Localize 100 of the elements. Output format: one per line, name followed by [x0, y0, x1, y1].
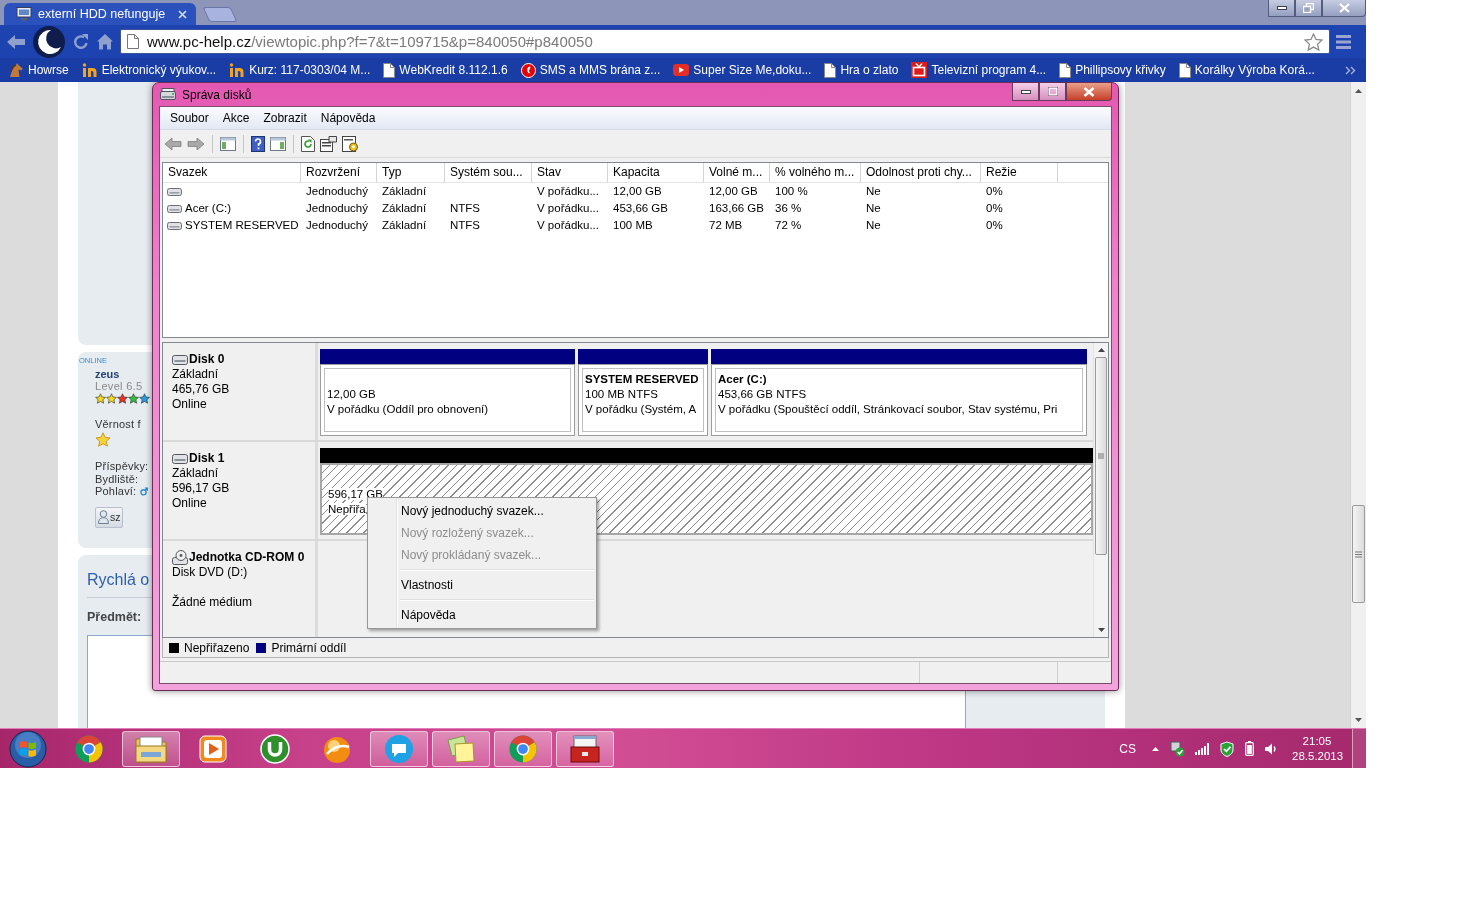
page-icon — [383, 62, 396, 78]
table-cell-text: Základní — [381, 218, 428, 233]
menu-bar-item[interactable]: Soubor — [163, 109, 216, 127]
star-icon — [95, 393, 106, 404]
scroll-down-icon[interactable] — [1097, 628, 1105, 632]
browser-icon — [508, 733, 538, 764]
context-menu-item[interactable]: Vlastnosti — [370, 574, 594, 596]
language-indicator[interactable]: CS — [1119, 741, 1136, 756]
column-header[interactable]: Kapacita — [608, 163, 704, 182]
menu-icon[interactable] — [1336, 34, 1351, 49]
column-header[interactable]: Stav — [532, 163, 608, 182]
bookmark-link[interactable]: Super Size Me,doku... — [673, 63, 812, 77]
taskbar-button[interactable] — [370, 730, 428, 767]
minimize-button[interactable] — [1268, 0, 1295, 17]
column-header[interactable]: Volné m... — [704, 163, 770, 182]
chevron-icon[interactable] — [1345, 65, 1356, 75]
gear-icon[interactable] — [342, 135, 359, 152]
profile-field-label: Pohlaví: — [95, 485, 137, 498]
shield-check-icon[interactable] — [1219, 740, 1235, 757]
properties-icon[interactable] — [320, 135, 337, 152]
bookmark-link[interactable]: Korálky Výroba Korá... — [1178, 62, 1315, 78]
start-button[interactable] — [8, 729, 48, 768]
refresh-icon[interactable] — [301, 135, 315, 152]
speaker-icon[interactable] — [1264, 741, 1278, 756]
bookmark-link[interactable]: SMS a MMS brána z... — [520, 62, 661, 78]
minimize-button[interactable] — [1012, 83, 1039, 101]
table-cell-text: 0% — [985, 201, 1004, 216]
menu-bar-item[interactable]: Nápověda — [313, 109, 383, 127]
disk-name: Disk 0 — [189, 352, 225, 367]
bookmark-link[interactable]: WebKredit 8.112.1.6 — [383, 62, 508, 78]
restore-button[interactable] — [1295, 0, 1322, 17]
column-header[interactable]: Svazek — [163, 163, 301, 182]
bookmark-link[interactable]: Howrse — [8, 62, 69, 78]
drive-icon — [167, 187, 182, 196]
taskbar-button[interactable] — [494, 730, 552, 767]
signal-bars-icon[interactable] — [1195, 742, 1209, 755]
clock-button[interactable]: 21:05 28.5.2013 — [1292, 733, 1342, 764]
caret-up-icon[interactable] — [1152, 746, 1159, 751]
window-pane-icon[interactable] — [270, 136, 286, 151]
forward-arrow-icon[interactable] — [187, 136, 205, 151]
close-button[interactable] — [1066, 83, 1112, 101]
partition-panel[interactable]: Acer (C:) 453,66 GB NTFS V pořádku (Spouštěcí oddíl, Stránkovací soubor, Stav systému, Pri — [711, 364, 1087, 436]
table-cell-text: 72 MB — [708, 218, 744, 233]
context-menu-item[interactable]: Nový jednoduchý svazek... — [370, 500, 594, 522]
column-header[interactable]: Typ — [377, 163, 445, 182]
scroll-down-icon[interactable] — [1355, 718, 1362, 722]
back-arrow-icon[interactable] — [164, 136, 182, 151]
user-level: Level 6.5 — [95, 380, 143, 392]
scrollbar-thumb[interactable] — [1095, 357, 1107, 555]
home-icon[interactable] — [96, 33, 114, 50]
show-desktop-button[interactable] — [1352, 729, 1366, 768]
horse-icon — [8, 62, 24, 78]
username-link[interactable]: zeus — [95, 368, 120, 380]
disk-detail: 596,17 GB — [172, 481, 231, 496]
star-icon[interactable] — [1304, 32, 1323, 51]
back-arrow-icon[interactable] — [6, 32, 26, 51]
table-cell-text: 72 % — [774, 218, 803, 233]
address-bar[interactable]: www.pc-help.cz/viewtopic.php?f=7&t=109715&p=840050#p840050 — [120, 29, 1330, 54]
check-icon[interactable] — [1169, 740, 1185, 757]
column-header[interactable]: Režie — [981, 163, 1058, 182]
page-icon — [127, 34, 139, 49]
taskbar-button[interactable] — [556, 730, 614, 767]
partition-panel[interactable]: 12,00 GB V pořádku (Oddíl pro obnovení) — [320, 364, 575, 436]
bookmark-link[interactable]: Televizní program 4... — [911, 62, 1047, 78]
taskbar-button[interactable] — [122, 730, 180, 767]
bookmark-link[interactable]: Elektronický výukov... — [81, 62, 217, 78]
bookmark-link[interactable]: Phillipsovy křivky — [1059, 62, 1166, 78]
window-pane-icon[interactable] — [220, 136, 236, 151]
close-icon — [1083, 86, 1095, 97]
close-button[interactable] — [1322, 0, 1366, 17]
table-cell-text: 36 % — [774, 201, 803, 216]
table-cell-text: 12,00 GB — [708, 184, 759, 199]
reload-icon[interactable] — [72, 32, 90, 51]
message-field[interactable] — [87, 690, 966, 728]
scrollbar-thumb[interactable] — [1352, 505, 1365, 603]
disk-name: Disk 1 — [189, 451, 225, 466]
maximize-button[interactable] — [1039, 83, 1066, 101]
battery-icon[interactable] — [1245, 741, 1254, 756]
context-menu-item[interactable]: Nápověda — [370, 604, 594, 626]
partition-panel[interactable]: SYSTEM RESERVED 100 MB NTFS V pořádku (Systém, A — [578, 364, 708, 436]
browser-tab[interactable]: externí HDD nefunguje — [4, 3, 196, 25]
menu-bar-item[interactable]: Zobrazit — [256, 109, 314, 127]
help-icon[interactable] — [251, 135, 265, 152]
scroll-up-icon[interactable] — [1355, 89, 1362, 93]
column-header[interactable]: Odolnost proti chy... — [861, 163, 981, 182]
profile-field-label: Bydliště: — [95, 472, 139, 485]
table-cell-text: V pořádku... — [536, 184, 600, 199]
taskbar-button[interactable] — [432, 730, 490, 767]
column-header[interactable]: Rozvržení — [301, 163, 377, 182]
legend-label: Primární oddíl — [271, 640, 347, 655]
menu-bar-item[interactable]: Akce — [215, 109, 257, 127]
close-icon[interactable] — [178, 9, 187, 19]
profile-button[interactable]: sz — [95, 506, 123, 528]
scrollbar-track[interactable] — [1093, 343, 1108, 637]
bookmark-link[interactable]: Kurz: 117-0303/04 M... — [229, 62, 371, 78]
partition-status: Nepřiřa — [328, 503, 366, 515]
disk-detail: Disk DVD (D:) — [172, 565, 249, 580]
column-header[interactable]: Systém sou... — [445, 163, 532, 182]
column-header[interactable]: % volného m... — [770, 163, 861, 182]
bookmark-link[interactable]: Hra o zlato — [824, 62, 899, 78]
